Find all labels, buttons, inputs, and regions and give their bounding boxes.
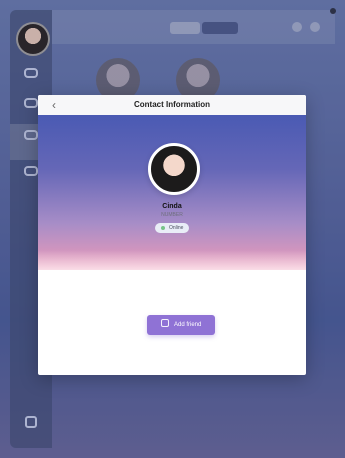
profile-avatar (148, 143, 200, 195)
status-dot-icon (160, 225, 165, 230)
status-text: Online (168, 225, 184, 231)
status-badge: Online (155, 223, 189, 233)
modal-title: Contact Information (134, 100, 210, 109)
add-friend-label: Add friend (173, 322, 202, 328)
profile-header-fade (38, 250, 306, 280)
profile-subtext: NUMBER (161, 212, 183, 218)
add-friend-button[interactable]: Add friend (147, 315, 215, 335)
modal-header: ‹ Contact Information (38, 95, 306, 116)
add-friend-icon (160, 319, 169, 328)
profile-name: Cinda (162, 203, 182, 210)
contact-information-modal: ‹ Contact Information Cinda NUMBER Onlin… (38, 95, 306, 375)
